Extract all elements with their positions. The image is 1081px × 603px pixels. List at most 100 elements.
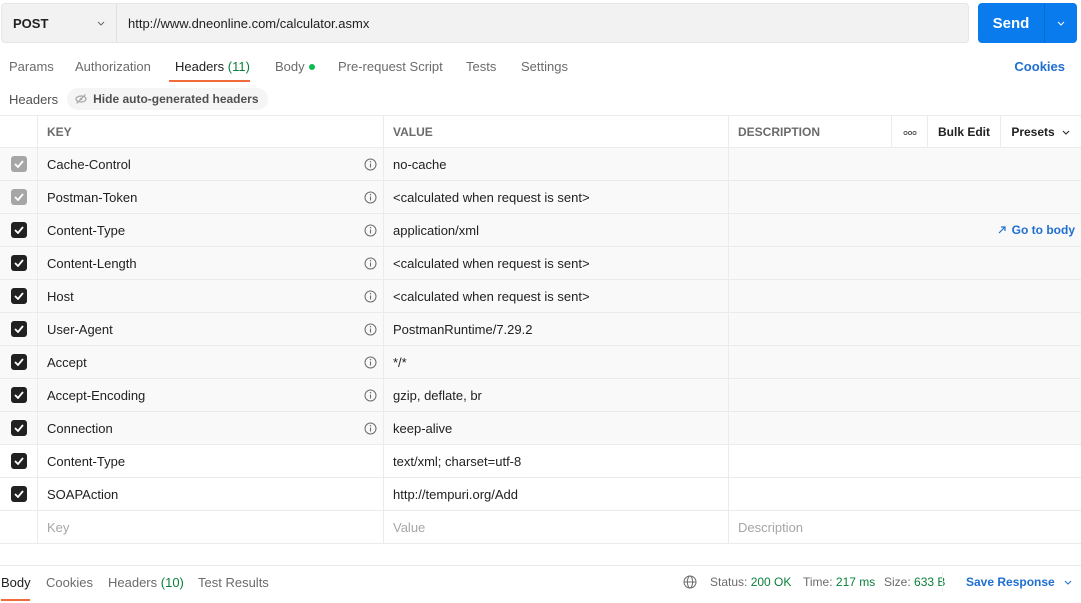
description-cell[interactable] — [729, 478, 1081, 510]
info-icon[interactable] — [364, 191, 377, 204]
key-cell[interactable]: Content-Type — [38, 445, 384, 477]
row-checkbox[interactable] — [10, 354, 27, 370]
row-checkbox[interactable] — [10, 222, 27, 238]
send-button[interactable]: Send — [978, 3, 1044, 43]
info-icon[interactable] — [364, 224, 377, 237]
description-cell[interactable] — [729, 313, 1081, 345]
row-checkbox-cell — [0, 313, 38, 345]
header-key: Cache-Control — [47, 156, 131, 172]
description-cell[interactable] — [729, 247, 1081, 279]
divider — [942, 572, 943, 592]
description-cell[interactable] — [729, 379, 1081, 411]
response-tab-cookies[interactable]: Cookies — [46, 575, 93, 590]
info-icon[interactable] — [364, 422, 377, 435]
tab-settings[interactable]: Settings — [521, 59, 568, 74]
row-checkbox[interactable] — [10, 288, 27, 304]
response-status[interactable]: Status: 200 OK — [710, 575, 791, 589]
header-key: Postman-Token — [47, 189, 138, 205]
tab-headers[interactable]: Headers (11) — [175, 59, 250, 74]
headers-table: KEY VALUE DESCRIPTION Bulk Edit Presets … — [0, 115, 1081, 544]
header-checkbox-cell — [0, 116, 38, 147]
key-cell[interactable]: Connection — [38, 412, 384, 444]
key-cell[interactable]: Content-Length — [38, 247, 384, 279]
key-cell[interactable]: Accept — [38, 346, 384, 378]
description-cell[interactable] — [729, 445, 1081, 477]
info-icon[interactable] — [364, 356, 377, 369]
info-icon[interactable] — [364, 290, 377, 303]
key-cell[interactable]: Cache-Control — [38, 148, 384, 180]
column-header-value: VALUE — [384, 116, 729, 147]
tab-label: Tests — [466, 59, 497, 74]
value-cell[interactable]: <calculated when request is sent> — [384, 181, 729, 213]
url-input[interactable]: http://www.dneonline.com/calculator.asmx — [117, 4, 968, 42]
value-cell[interactable]: */* — [384, 346, 729, 378]
row-checkbox[interactable] — [10, 486, 27, 502]
tab-label: Body — [1, 575, 31, 590]
description-cell[interactable] — [729, 148, 1081, 180]
key-cell[interactable]: SOAPAction — [38, 478, 384, 510]
key-cell[interactable]: Content-Type — [38, 214, 384, 246]
value-cell[interactable]: application/xml — [384, 214, 729, 246]
tab-params[interactable]: Params — [9, 59, 54, 74]
new-key-input[interactable]: Key — [38, 511, 384, 543]
value-cell[interactable]: gzip, deflate, br — [384, 379, 729, 411]
description-cell[interactable] — [729, 181, 1081, 213]
table-row: Accept */* — [0, 346, 1081, 379]
value-cell[interactable]: PostmanRuntime/7.29.2 — [384, 313, 729, 345]
value-cell[interactable]: <calculated when request is sent> — [384, 247, 729, 279]
description-cell[interactable]: Go to body — [729, 214, 1081, 246]
row-checkbox[interactable] — [10, 420, 27, 436]
description-cell[interactable] — [729, 280, 1081, 312]
new-value-input[interactable]: Value — [384, 511, 729, 543]
header-value: http://tempuri.org/Add — [393, 486, 519, 502]
key-cell[interactable]: Host — [38, 280, 384, 312]
key-cell[interactable]: User-Agent — [38, 313, 384, 345]
new-description-input[interactable]: Description — [729, 511, 1081, 543]
info-icon[interactable] — [364, 257, 377, 270]
tab-pre-request-script[interactable]: Pre-request Script — [338, 59, 443, 74]
value-cell[interactable]: text/xml; charset=utf-8 — [384, 445, 729, 477]
value-cell[interactable]: http://tempuri.org/Add — [384, 478, 729, 510]
key-cell[interactable]: Postman-Token — [38, 181, 384, 213]
check-icon — [13, 391, 24, 399]
row-checkbox[interactable] — [10, 453, 27, 469]
table-row: Connection keep-alive — [0, 412, 1081, 445]
tab-tests[interactable]: Tests — [466, 59, 496, 74]
hide-auto-headers-toggle[interactable]: Hide auto-generated headers — [67, 88, 268, 110]
tab-body[interactable]: Body — [275, 59, 315, 74]
check-icon — [13, 457, 24, 465]
response-tab-body[interactable]: Body — [1, 575, 31, 590]
chevron-down-icon — [1063, 577, 1073, 587]
bulk-edit-button[interactable]: Bulk Edit — [928, 116, 1001, 147]
row-checkbox-cell — [0, 346, 38, 378]
response-tab-headers[interactable]: Headers (10) — [108, 575, 184, 590]
row-checkbox[interactable] — [10, 387, 27, 403]
info-icon[interactable] — [364, 158, 377, 171]
cookies-link[interactable]: Cookies — [1014, 59, 1065, 74]
info-icon[interactable] — [364, 389, 377, 402]
row-checkbox[interactable] — [10, 255, 27, 271]
tab-authorization[interactable]: Authorization — [75, 59, 151, 74]
globe-icon[interactable] — [683, 575, 697, 589]
response-tab-test-results[interactable]: Test Results — [198, 575, 269, 590]
method-select[interactable]: POST — [2, 4, 117, 42]
presets-dropdown[interactable]: Presets — [1001, 116, 1081, 147]
go-to-body-link[interactable]: Go to body — [998, 223, 1075, 237]
value-cell[interactable]: <calculated when request is sent> — [384, 280, 729, 312]
description-cell[interactable] — [729, 346, 1081, 378]
row-checkbox-cell — [0, 412, 38, 444]
key-cell[interactable]: Accept-Encoding — [38, 379, 384, 411]
response-time[interactable]: Time: 217 ms — [803, 575, 875, 589]
value-cell[interactable]: keep-alive — [384, 412, 729, 444]
info-icon[interactable] — [364, 323, 377, 336]
response-size[interactable]: Size: 633 B — [884, 575, 945, 589]
description-cell[interactable] — [729, 412, 1081, 444]
row-checkbox[interactable] — [10, 321, 27, 337]
size-value: 633 B — [914, 575, 946, 589]
save-response-button[interactable]: Save Response — [966, 575, 1073, 589]
request-tabs: Params Authorization Headers (11) Body P… — [0, 53, 1081, 83]
more-options-button[interactable] — [892, 116, 928, 147]
value-cell[interactable]: no-cache — [384, 148, 729, 180]
check-icon — [13, 160, 24, 168]
send-options-button[interactable] — [1044, 3, 1077, 43]
